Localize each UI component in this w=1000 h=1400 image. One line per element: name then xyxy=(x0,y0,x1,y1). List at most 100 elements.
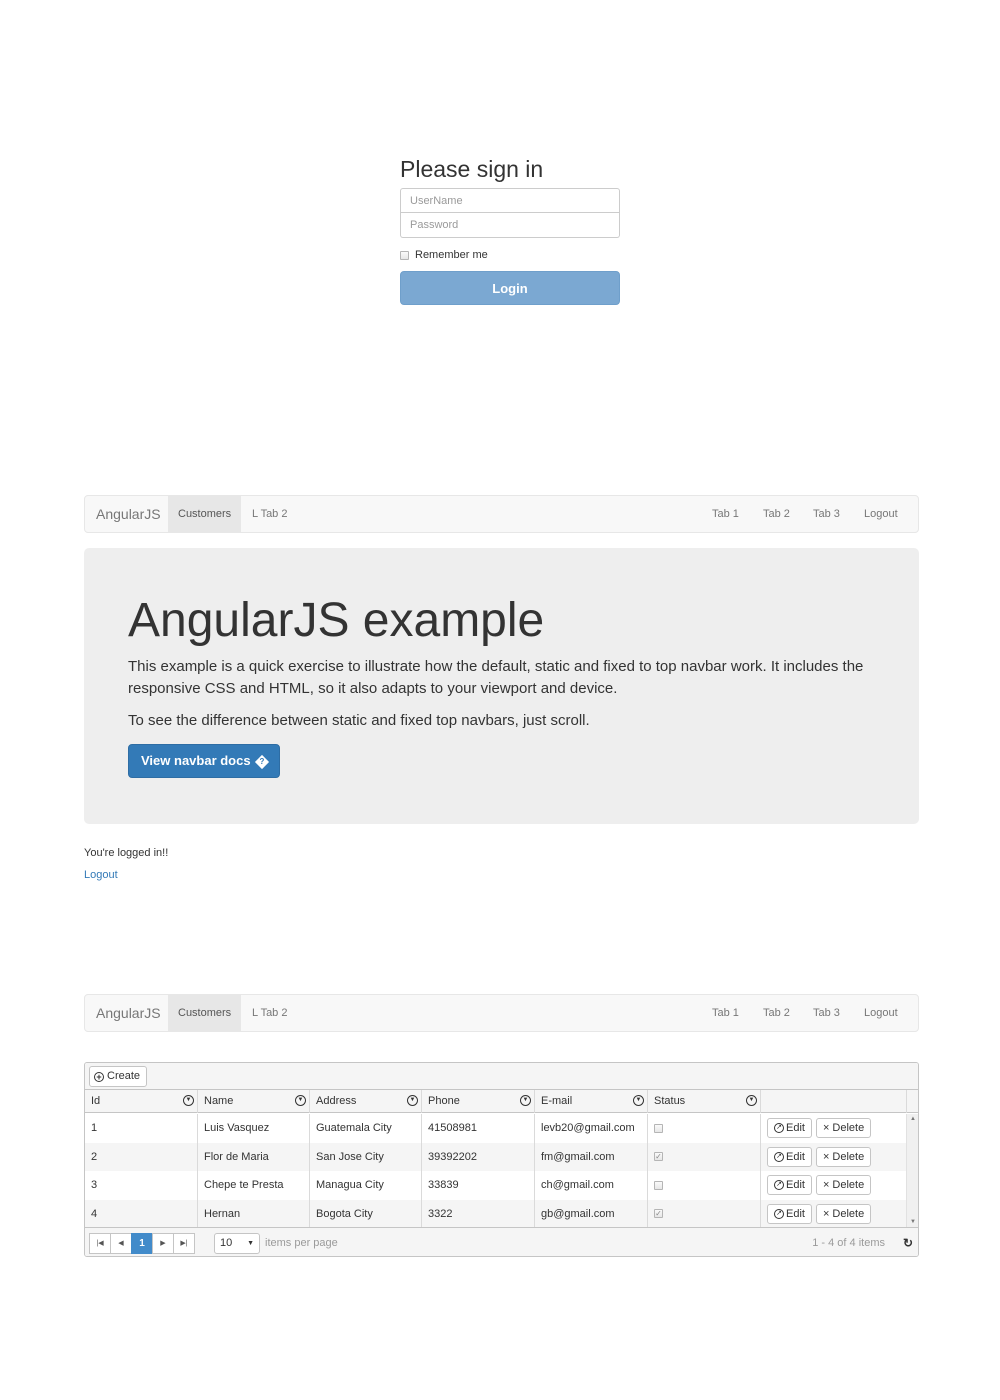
column-header-name[interactable]: Name ▼ xyxy=(198,1090,310,1113)
status-checkbox: ✓ xyxy=(654,1209,663,1219)
cell-email: levb20@gmail.com xyxy=(535,1114,648,1143)
logout-link[interactable]: Logout xyxy=(84,869,118,881)
first-page-icon[interactable]: |◀ xyxy=(89,1233,111,1254)
filter-icon[interactable]: ▼ xyxy=(407,1095,418,1106)
cell-id: 4 xyxy=(85,1199,198,1228)
signin-title: Please sign in xyxy=(400,156,544,182)
remember-me-checkbox[interactable] xyxy=(400,250,409,260)
cell-email: gb@gmail.com xyxy=(535,1199,648,1228)
cell-name: Luis Vasquez xyxy=(198,1114,310,1143)
jumbotron-scroll-hint: To see the difference between static and… xyxy=(128,712,590,729)
unknown-glyph-icon: ? xyxy=(254,754,269,769)
grid-toolbar: + Create xyxy=(85,1063,918,1090)
nav-tab-1[interactable]: Tab 1 xyxy=(712,496,739,532)
login-button[interactable]: Login xyxy=(400,271,620,305)
grid-body: 1 Luis Vasquez Guatemala City 41508981 l… xyxy=(85,1114,907,1228)
close-icon: × xyxy=(822,1207,830,1220)
grid-header: Id ▼ Name ▼ Address ▼ Phone ▼ E-mail ▼ S… xyxy=(85,1090,918,1113)
scroll-down-icon[interactable]: ▼ xyxy=(910,1219,916,1225)
username-field[interactable] xyxy=(400,188,620,213)
cell-address: San Jose City xyxy=(310,1142,422,1171)
password-field[interactable] xyxy=(400,213,620,238)
nav-logout[interactable]: Logout xyxy=(864,496,898,532)
nav-customers[interactable]: Customers xyxy=(168,995,242,1031)
edit-icon: ↗ xyxy=(774,1123,784,1134)
cell-status xyxy=(648,1114,761,1143)
filter-icon[interactable]: ▼ xyxy=(183,1095,194,1106)
close-icon: × xyxy=(822,1122,830,1135)
next-page-icon[interactable]: ▶ xyxy=(152,1233,174,1254)
refresh-icon[interactable]: ↻ xyxy=(903,1228,913,1256)
cell-id: 2 xyxy=(85,1142,198,1171)
table-row[interactable]: 4 Hernan Bogota City 3322 gb@gmail.com ✓… xyxy=(85,1199,907,1228)
nav-tab-1[interactable]: Tab 1 xyxy=(712,995,739,1031)
cell-status xyxy=(648,1171,761,1200)
cell-address: Guatemala City xyxy=(310,1114,422,1143)
nav-tab-3[interactable]: Tab 3 xyxy=(813,995,840,1031)
edit-button[interactable]: ↗ Edit xyxy=(767,1118,812,1139)
last-page-icon[interactable]: ▶| xyxy=(173,1233,195,1254)
filter-icon[interactable]: ▼ xyxy=(520,1095,531,1106)
column-header-id[interactable]: Id ▼ xyxy=(85,1090,198,1113)
remember-me[interactable]: Remember me xyxy=(400,247,620,263)
remember-me-label: Remember me xyxy=(415,249,488,261)
cell-id: 1 xyxy=(85,1114,198,1143)
jumbotron-description: This example is a quick exercise to illu… xyxy=(128,658,864,697)
plus-circle-icon: + xyxy=(94,1071,104,1082)
cell-email: ch@gmail.com xyxy=(535,1171,648,1200)
column-header-email[interactable]: E-mail ▼ xyxy=(535,1090,648,1113)
grid-scrollbar[interactable]: ▲ ▼ xyxy=(906,1114,918,1227)
grid-pager: |◀ ◀ 1 ▶ ▶| 10 ▼ items per page 1 - 4 of… xyxy=(85,1227,918,1256)
delete-button[interactable]: × Delete xyxy=(815,1146,872,1167)
create-label: Create xyxy=(107,1070,141,1082)
status-checkbox xyxy=(654,1123,663,1133)
nav-l-tab-2[interactable]: L Tab 2 xyxy=(252,995,287,1031)
edit-button[interactable]: ↗ Edit xyxy=(767,1175,812,1196)
items-per-page-label: items per page xyxy=(265,1237,338,1249)
column-header-phone[interactable]: Phone ▼ xyxy=(422,1090,535,1113)
column-header-address[interactable]: Address ▼ xyxy=(310,1090,422,1113)
close-icon: × xyxy=(822,1150,830,1163)
cell-phone: 41508981 xyxy=(422,1114,535,1143)
table-row[interactable]: 2 Flor de Maria San Jose City 39392202 f… xyxy=(85,1142,907,1171)
delete-button[interactable]: × Delete xyxy=(815,1175,872,1196)
cell-name: Chepe te Presta xyxy=(198,1171,310,1200)
delete-button[interactable]: × Delete xyxy=(815,1118,872,1139)
delete-button[interactable]: × Delete xyxy=(815,1203,872,1224)
scroll-up-icon[interactable]: ▲ xyxy=(910,1116,916,1122)
nav-l-tab-2[interactable]: L Tab 2 xyxy=(252,496,287,532)
edit-icon: ↗ xyxy=(774,1151,784,1162)
cell-email: fm@gmail.com xyxy=(535,1142,648,1171)
navbar-top: AngularJS Customers L Tab 2 Tab 1 Tab 2 … xyxy=(84,495,919,533)
column-header-status[interactable]: Status ▼ xyxy=(648,1090,761,1113)
column-header-actions xyxy=(761,1090,907,1113)
page-button-current[interactable]: 1 xyxy=(131,1233,153,1254)
table-row[interactable]: 1 Luis Vasquez Guatemala City 41508981 l… xyxy=(85,1114,907,1143)
cell-phone: 33839 xyxy=(422,1171,535,1200)
nav-customers[interactable]: Customers xyxy=(168,496,242,532)
logged-in-message: You're logged in!! xyxy=(84,847,169,859)
nav-tab-2[interactable]: Tab 2 xyxy=(763,995,790,1031)
filter-icon[interactable]: ▼ xyxy=(295,1095,306,1106)
view-navbar-docs-button[interactable]: View navbar docs? xyxy=(128,744,280,778)
nav-tab-2[interactable]: Tab 2 xyxy=(763,496,790,532)
nav-logout[interactable]: Logout xyxy=(864,995,898,1031)
signin-form: Please sign in Remember me Login xyxy=(400,154,620,305)
pager-info: 1 - 4 of 4 items xyxy=(812,1237,885,1249)
page-size-select[interactable]: 10 ▼ xyxy=(214,1233,260,1254)
cell-status: ✓ xyxy=(648,1142,761,1171)
nav-tab-3[interactable]: Tab 3 xyxy=(813,496,840,532)
navbar-brand[interactable]: AngularJS xyxy=(96,496,161,532)
create-button[interactable]: + Create xyxy=(89,1066,148,1087)
edit-button[interactable]: ↗ Edit xyxy=(767,1203,812,1224)
prev-page-icon[interactable]: ◀ xyxy=(110,1233,132,1254)
filter-icon[interactable]: ▼ xyxy=(746,1095,757,1106)
table-row[interactable]: 3 Chepe te Presta Managua City 33839 ch@… xyxy=(85,1171,907,1200)
navbar-brand[interactable]: AngularJS xyxy=(96,995,161,1031)
cell-address: Managua City xyxy=(310,1171,422,1200)
cell-actions: ↗ Edit × Delete xyxy=(761,1114,907,1143)
jumbotron: AngularJS example This example is a quic… xyxy=(84,548,919,824)
filter-icon[interactable]: ▼ xyxy=(633,1095,644,1106)
cell-actions: ↗ Edit × Delete xyxy=(761,1199,907,1228)
edit-button[interactable]: ↗ Edit xyxy=(767,1146,812,1167)
